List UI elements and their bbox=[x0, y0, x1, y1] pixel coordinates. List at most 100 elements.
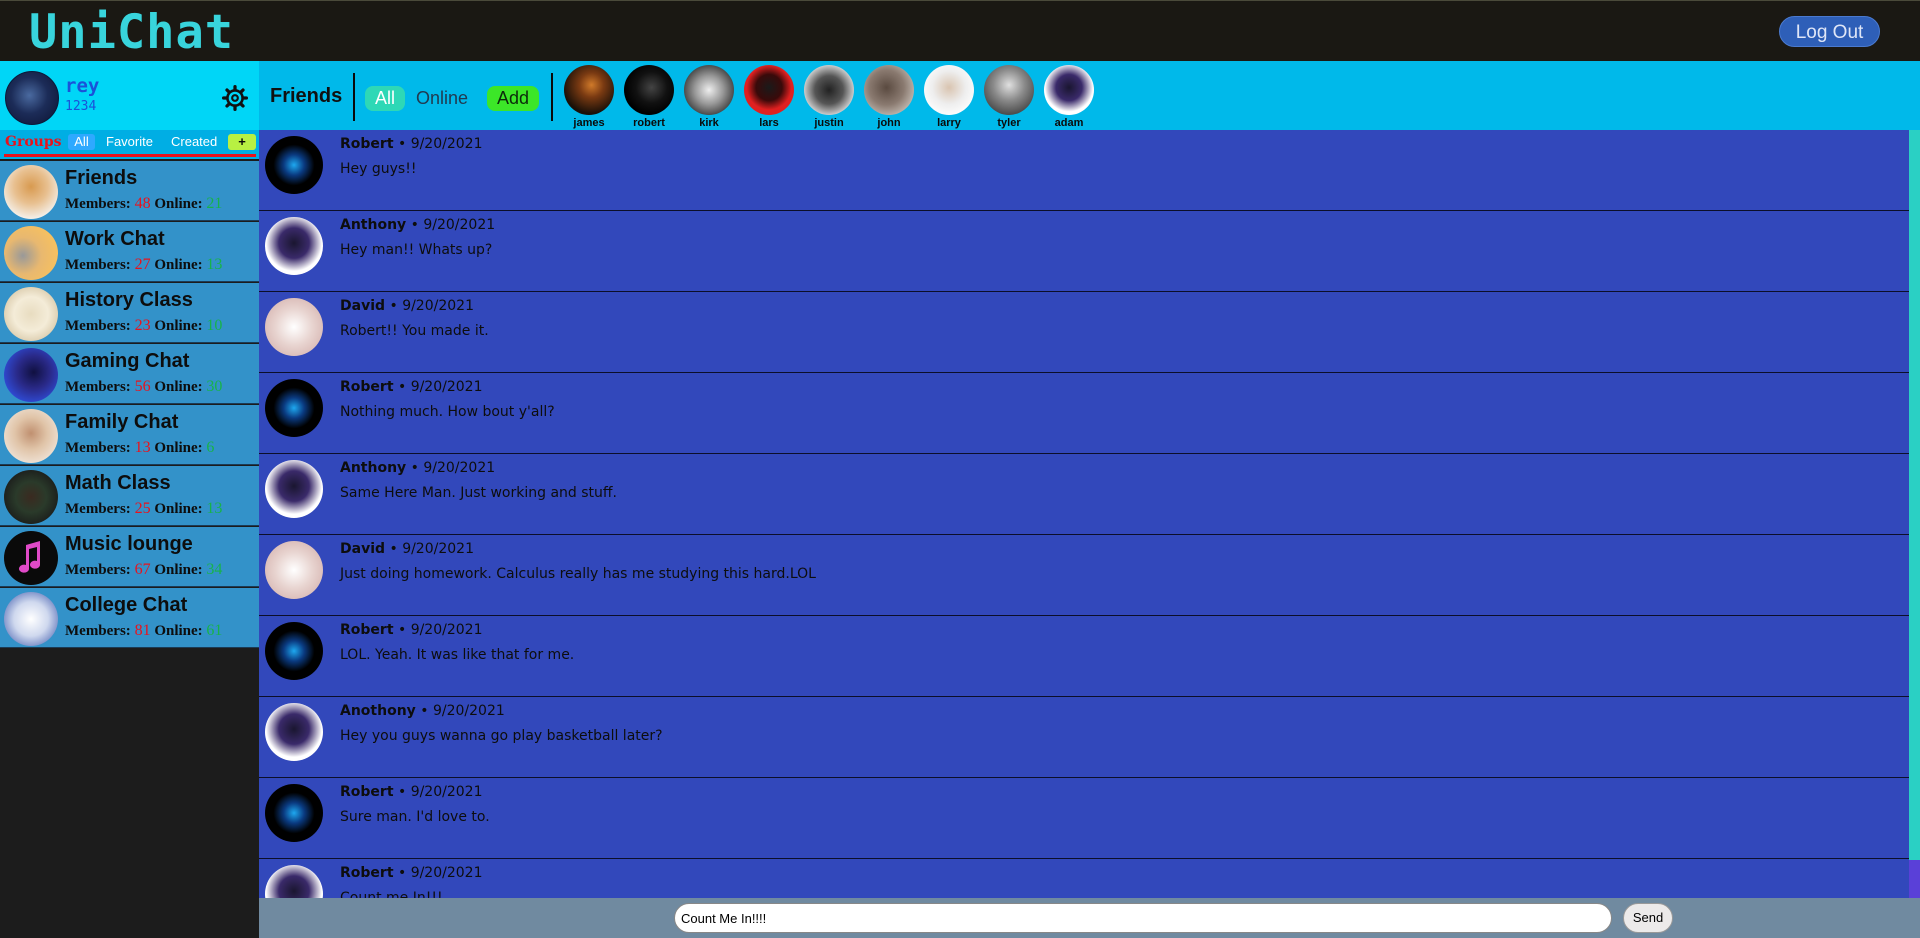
groups-sidebar: Groups All Favorite Created + Friends Me… bbox=[0, 130, 259, 938]
message: Robert • 9/20/2021 Hey guys!! bbox=[259, 130, 1909, 211]
friend-avatar[interactable] bbox=[624, 65, 674, 115]
members-count: 81 bbox=[134, 622, 151, 639]
message: David • 9/20/2021 Robert!! You made it. bbox=[259, 292, 1909, 373]
group-avatar bbox=[4, 226, 58, 280]
date-separator: • bbox=[415, 703, 433, 719]
send-button[interactable]: Send bbox=[1623, 903, 1673, 933]
message-author: Robert bbox=[340, 784, 394, 800]
members-label: Members: bbox=[65, 196, 131, 212]
message-author: Anthony bbox=[340, 217, 407, 233]
message-author: David bbox=[340, 541, 386, 557]
date-separator: • bbox=[393, 379, 411, 395]
group-avatar bbox=[4, 165, 58, 219]
date-separator: • bbox=[406, 217, 424, 233]
date-separator: • bbox=[385, 298, 403, 314]
group-avatar bbox=[4, 470, 58, 524]
message-date: 9/20/2021 bbox=[423, 460, 496, 476]
message-date: 9/20/2021 bbox=[402, 298, 474, 314]
message-text: LOL. Yeah. It was like that for me. bbox=[340, 647, 575, 663]
members-count: 25 bbox=[134, 500, 151, 517]
online-count: 6 bbox=[206, 439, 215, 456]
group-item[interactable]: College Chat Members: 81 Online: 61 bbox=[0, 588, 259, 648]
group-item[interactable]: Work Chat Members: 27 Online: 13 bbox=[0, 222, 259, 282]
group-item[interactable]: History Class Members: 23 Online: 10 bbox=[0, 283, 259, 343]
online-label: Online: bbox=[154, 623, 203, 639]
message-header: Robert • 9/20/2021 bbox=[340, 784, 482, 800]
group-name: Work Chat bbox=[65, 228, 165, 250]
message-avatar bbox=[265, 460, 323, 518]
friend-avatar[interactable] bbox=[1044, 65, 1094, 115]
friends-add-button[interactable]: Add bbox=[487, 86, 539, 111]
group-item[interactable]: Friends Members: 48 Online: 21 bbox=[0, 161, 259, 221]
message-text: Count me In!!! bbox=[340, 890, 443, 898]
message-header: Robert • 9/20/2021 bbox=[340, 379, 482, 395]
username: rey bbox=[65, 75, 100, 97]
user-profile: rey 1234 bbox=[0, 61, 259, 130]
group-item[interactable]: Family Chat Members: 13 Online: 6 bbox=[0, 405, 259, 465]
message-header: Anothony • 9/20/2021 bbox=[340, 703, 505, 719]
group-name: Gaming Chat bbox=[65, 350, 190, 372]
members-count: 13 bbox=[134, 439, 151, 456]
user-id: 1234 bbox=[65, 99, 97, 114]
message-header: Anthony • 9/20/2021 bbox=[340, 217, 495, 233]
friend-avatar[interactable] bbox=[804, 65, 854, 115]
message-date: 9/20/2021 bbox=[410, 379, 483, 395]
group-stats: Members: 56 Online: 30 bbox=[65, 378, 222, 396]
logout-button[interactable]: Log Out bbox=[1779, 16, 1880, 47]
message: Anothony • 9/20/2021 Hey you guys wanna … bbox=[259, 697, 1909, 778]
online-count: 61 bbox=[206, 622, 223, 639]
message-author: David bbox=[340, 298, 386, 314]
friend-name: kirk bbox=[699, 117, 719, 129]
members-label: Members: bbox=[65, 257, 131, 273]
message-header: Robert • 9/20/2021 bbox=[340, 136, 482, 152]
message-input[interactable] bbox=[674, 903, 1612, 933]
group-item[interactable]: Math Class Members: 25 Online: 13 bbox=[0, 466, 259, 526]
groups-tab-favorite[interactable]: Favorite bbox=[106, 134, 153, 150]
user-avatar[interactable] bbox=[5, 71, 59, 125]
message-header: Anthony • 9/20/2021 bbox=[340, 460, 495, 476]
message-date: 9/20/2021 bbox=[410, 136, 483, 152]
message-date: 9/20/2021 bbox=[432, 703, 505, 719]
date-separator: • bbox=[393, 784, 411, 800]
message-avatar bbox=[265, 541, 323, 599]
group-avatar bbox=[4, 348, 58, 402]
friend-name: adam bbox=[1054, 117, 1084, 129]
friend-avatar[interactable] bbox=[864, 65, 914, 115]
online-count: 34 bbox=[206, 561, 223, 578]
message: David • 9/20/2021 Just doing homework. C… bbox=[259, 535, 1909, 616]
online-label: Online: bbox=[154, 440, 203, 456]
members-label: Members: bbox=[65, 623, 131, 639]
friend-name: tyler bbox=[997, 117, 1021, 129]
online-count: 13 bbox=[206, 500, 223, 517]
group-avatar bbox=[4, 287, 58, 341]
message-author: Robert bbox=[340, 379, 394, 395]
friend-name: larry bbox=[937, 117, 961, 129]
friend-avatar[interactable] bbox=[684, 65, 734, 115]
friend-avatar[interactable] bbox=[744, 65, 794, 115]
tab-underline bbox=[4, 154, 256, 157]
gear-icon[interactable] bbox=[222, 85, 248, 111]
chat-messages[interactable]: Robert • 9/20/2021 Hey guys!! Anthony • … bbox=[259, 130, 1909, 898]
group-name: Music lounge bbox=[65, 533, 193, 555]
group-name: History Class bbox=[65, 289, 193, 311]
chat-scrollbar[interactable] bbox=[1909, 130, 1920, 898]
groups-tab-all[interactable]: All bbox=[68, 134, 95, 150]
message-header: David • 9/20/2021 bbox=[340, 541, 474, 557]
add-group-button[interactable]: + bbox=[228, 134, 256, 150]
groups-tab-created[interactable]: Created bbox=[171, 134, 217, 150]
scrollbar-thumb[interactable] bbox=[1909, 860, 1920, 898]
friend-avatar[interactable] bbox=[984, 65, 1034, 115]
friends-tab-online[interactable]: Online bbox=[412, 86, 472, 111]
message-author: Robert bbox=[340, 622, 394, 638]
group-item[interactable]: Music lounge Members: 67 Online: 34 bbox=[0, 527, 259, 587]
friend-avatar[interactable] bbox=[564, 65, 614, 115]
message-text: Sure man. I'd love to. bbox=[340, 809, 490, 825]
friend-avatar[interactable] bbox=[924, 65, 974, 115]
members-label: Members: bbox=[65, 318, 131, 334]
online-count: 10 bbox=[206, 317, 223, 334]
group-item[interactable]: Gaming Chat Members: 56 Online: 30 bbox=[0, 344, 259, 404]
top-bar: UniChat Log Out bbox=[0, 0, 1920, 61]
members-count: 27 bbox=[134, 256, 151, 273]
friends-tab-all[interactable]: All bbox=[365, 86, 405, 111]
divider bbox=[353, 73, 355, 121]
